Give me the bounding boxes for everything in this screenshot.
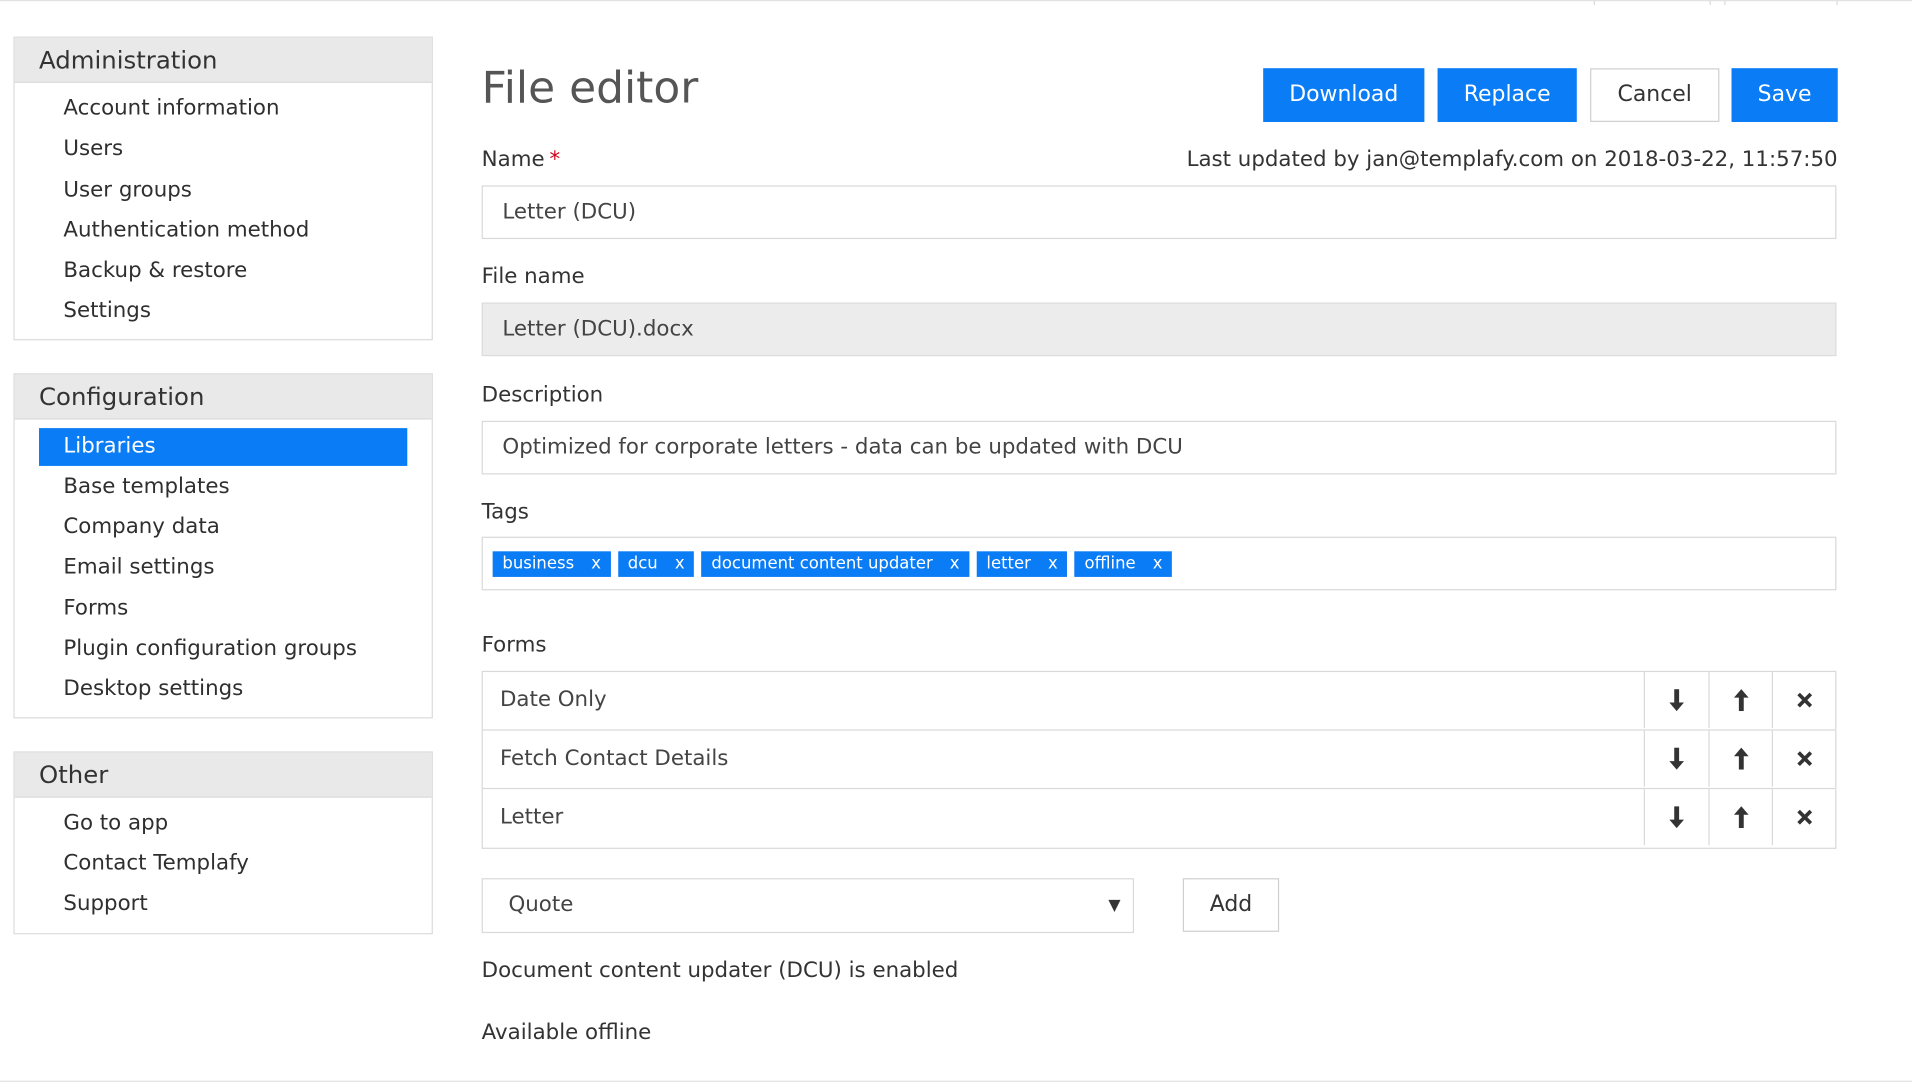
last-updated-text: Last updated by jan@templafy.com on 2018…	[1186, 147, 1838, 172]
name-label: Name *	[482, 148, 561, 172]
sidebar-item-base-templates[interactable]: Base templates	[39, 468, 407, 506]
top-divider	[1836, 1, 1838, 5]
arrow-down-icon[interactable]	[1643, 672, 1707, 729]
cancel-button[interactable]: Cancel	[1590, 68, 1720, 122]
sidebar-item-go-to-app[interactable]: Go to app	[39, 805, 407, 843]
top-divider	[1709, 1, 1711, 5]
tag-label: letter	[986, 553, 1031, 574]
sidebar-item-forms[interactable]: Forms	[39, 590, 407, 628]
offline-status: Available offline	[481, 1020, 652, 1046]
sidebar-item-desktop-settings[interactable]: Desktop settings	[39, 671, 407, 709]
sidebar-item-email-settings[interactable]: Email settings	[39, 549, 407, 587]
bottom-border	[0, 1080, 1912, 1082]
save-button[interactable]: Save	[1731, 68, 1838, 122]
tags-input[interactable]: business x dcu x document content updater x le…	[481, 536, 1837, 591]
table-row: Date Only	[482, 672, 1836, 731]
arrow-up-icon[interactable]	[1708, 672, 1771, 729]
table-row: Letter	[483, 789, 1835, 848]
form-name: Date Only	[499, 687, 607, 713]
top-border	[0, 0, 1912, 5]
sidebar-item-support[interactable]: Support	[39, 886, 407, 924]
administration-panel: Administration Account information Users…	[13, 36, 433, 341]
name-label-text: Name	[481, 147, 545, 172]
close-icon[interactable]	[1771, 730, 1835, 787]
name-input[interactable]: Letter (DCU)	[481, 185, 1837, 240]
tag-label: business	[502, 553, 575, 574]
file-name-field: Letter (DCU).docx	[481, 302, 1837, 357]
sidebar-item-plugin-configuration-groups[interactable]: Plugin configuration groups	[39, 631, 407, 669]
forms-table: Date Only Fetch Contact Details Letter	[481, 670, 1837, 849]
sidebar-item-settings[interactable]: Settings	[39, 293, 407, 331]
close-icon[interactable]	[1771, 672, 1835, 729]
tag-letter: letter x	[976, 551, 1068, 577]
tag-label: dcu	[627, 553, 658, 574]
tags-label: Tags	[481, 500, 529, 525]
configuration-header: Configuration	[14, 374, 432, 420]
sidebar-item-libraries[interactable]: Libraries	[39, 428, 408, 466]
dcu-status: Document content updater (DCU) is enable…	[481, 958, 959, 984]
download-button[interactable]: Download	[1263, 68, 1425, 122]
arrow-up-icon[interactable]	[1708, 789, 1771, 846]
sidebar-item-backup-restore[interactable]: Backup & restore	[39, 252, 407, 290]
replace-button[interactable]: Replace	[1437, 68, 1577, 122]
tag-label: document content updater	[711, 553, 933, 574]
sidebar-item-company-data[interactable]: Company data	[39, 509, 407, 547]
form-select-value: Quote	[508, 892, 574, 918]
tag-business: business x	[492, 551, 611, 577]
tag-remove-button[interactable]: x	[675, 554, 685, 574]
table-row: Fetch Contact Details	[482, 730, 1836, 790]
tag-remove-button[interactable]: x	[1048, 554, 1058, 574]
page-title: File editor	[481, 63, 699, 114]
description-input[interactable]: Optimized for corporate letters - data c…	[481, 420, 1837, 475]
add-form-button[interactable]: Add	[1182, 878, 1280, 932]
required-marker: *	[549, 147, 561, 172]
arrow-down-icon[interactable]	[1643, 730, 1707, 787]
tag-dcu: dcu x	[618, 551, 695, 577]
dropdown-caret-icon: ▼	[1108, 896, 1121, 915]
other-header: Other	[14, 752, 432, 798]
form-select[interactable]: Quote ▼	[481, 878, 1135, 934]
tag-label: offline	[1084, 553, 1136, 574]
form-name: Fetch Contact Details	[499, 746, 729, 771]
tag-remove-button[interactable]: x	[950, 554, 960, 574]
sidebar-item-contact-templafy[interactable]: Contact Templafy	[39, 845, 407, 883]
top-divider	[1724, 1, 1726, 5]
sidebar-item-users[interactable]: Users	[39, 131, 407, 169]
tag-remove-button[interactable]: x	[1153, 554, 1163, 574]
description-label: Description	[481, 382, 604, 408]
sidebar-item-authentication-method[interactable]: Authentication method	[39, 212, 407, 250]
file-name-label: File name	[481, 264, 585, 290]
sidebar-item-account-information[interactable]: Account information	[39, 90, 407, 128]
forms-label: Forms	[481, 633, 547, 658]
tag-offline: offline x	[1074, 551, 1173, 577]
administration-header: Administration	[14, 37, 432, 83]
sidebar-item-user-groups[interactable]: User groups	[39, 172, 407, 210]
configuration-panel: Configuration Libraries Base templates C…	[13, 373, 433, 719]
arrow-up-icon[interactable]	[1708, 730, 1771, 787]
close-icon[interactable]	[1771, 789, 1835, 846]
tag-remove-button[interactable]: x	[591, 554, 601, 574]
form-name: Letter	[499, 805, 564, 830]
arrow-down-icon[interactable]	[1643, 789, 1707, 846]
top-divider	[1593, 1, 1595, 5]
other-panel: Other Go to app Contact Templafy Support	[13, 751, 433, 935]
tag-document-content-updater: document content updater x	[701, 551, 970, 577]
